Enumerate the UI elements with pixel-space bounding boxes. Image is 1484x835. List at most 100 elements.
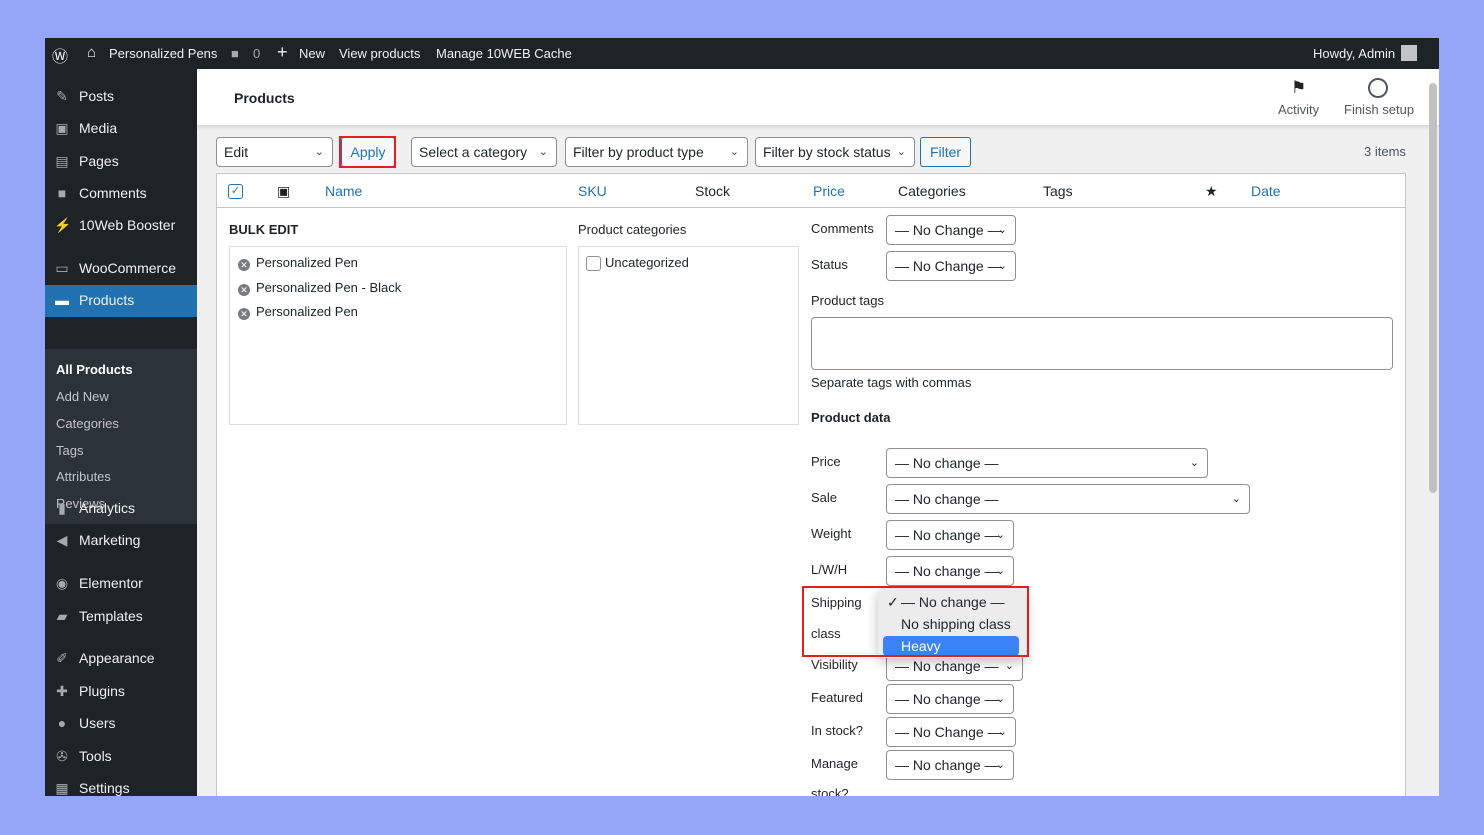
category-filter-select[interactable]: Select a category ⌄ [411, 137, 557, 167]
weight-select[interactable]: — No change — ⌄ [886, 520, 1014, 550]
lwh-select[interactable]: — No change — ⌄ [886, 556, 1014, 586]
in-stock-select[interactable]: — No Change — ⌄ [886, 717, 1016, 747]
price-label: Price [811, 454, 841, 469]
woo-icon: ▭ [55, 260, 69, 276]
sidebar-item-posts[interactable]: ✎ Posts [45, 81, 197, 111]
new-link[interactable]: New [299, 46, 325, 61]
browser-window: Ⓦ ⌂ Personalized Pens ■ 0 + New View pro… [45, 38, 1439, 796]
page-scrollbar[interactable] [1429, 83, 1437, 493]
sidebar-item-users[interactable]: ● Users [45, 708, 197, 738]
avatar[interactable] [1401, 45, 1417, 61]
page-header: Products ⚑ Activity Finish setup [197, 69, 1439, 125]
chevron-down-icon: ⌄ [538, 146, 548, 158]
bulk-action-select[interactable]: Edit ⌄ [216, 137, 333, 167]
uncategorized-checkbox[interactable] [586, 256, 601, 271]
megaphone-icon: ◀ [56, 532, 68, 548]
chevron-down-icon: ⌄ [729, 146, 739, 158]
analytics-icon: ▮ [58, 500, 66, 516]
items-count: 3 items [1364, 144, 1406, 159]
sidebar-item-settings[interactable]: ▦ Settings [45, 773, 197, 796]
featured-select[interactable]: — No change — ⌄ [886, 684, 1014, 714]
list-item[interactable]: ✕ Personalized Pen [238, 304, 358, 320]
sidebar-item-tools[interactable]: ✇ Tools [45, 741, 197, 771]
column-price[interactable]: Price [813, 183, 845, 199]
remove-icon: ✕ [238, 259, 250, 271]
home-icon: ⌂ [87, 44, 97, 61]
product-data-title: Product data [811, 410, 891, 425]
submenu-attributes[interactable]: Attributes [56, 469, 111, 484]
sale-select[interactable]: — No change — ⌄ [886, 484, 1250, 514]
select-all-checkbox[interactable]: ✓ [228, 184, 243, 199]
folder-icon: ▰ [56, 608, 68, 624]
remove-icon: ✕ [238, 284, 250, 296]
submenu-all-products[interactable]: All Products [56, 362, 133, 377]
column-name[interactable]: Name [325, 183, 362, 199]
image-column-icon: ▣ [277, 183, 291, 199]
featured-label: Featured [811, 690, 864, 705]
highlight-box [802, 586, 1029, 657]
pin-icon: ✎ [56, 88, 68, 104]
price-select[interactable]: — No change — ⌄ [886, 448, 1208, 478]
view-products-link[interactable]: View products [339, 46, 420, 61]
wordpress-logo-icon[interactable]: Ⓦ [52, 43, 68, 67]
featured-star-icon[interactable]: ★ [1205, 183, 1218, 200]
sidebar-item-media[interactable]: ▣ Media [45, 113, 197, 143]
sidebar-item-10web-booster[interactable]: ⚡ 10Web Booster [45, 210, 197, 240]
cache-link[interactable]: Manage 10WEB Cache [436, 46, 572, 61]
booster-icon: ⚡ [54, 217, 72, 233]
product-type-filter-select[interactable]: Filter by product type ⌄ [565, 137, 748, 167]
howdy-link[interactable]: Howdy, Admin [1313, 46, 1395, 61]
list-item[interactable]: ✕ Personalized Pen [238, 255, 358, 271]
progress-circle-icon [1368, 78, 1388, 98]
sidebar-item-templates[interactable]: ▰ Templates [45, 601, 197, 631]
chevron-down-icon: ⌄ [314, 146, 324, 158]
page-title: Products [234, 90, 295, 106]
column-categories: Categories [898, 183, 966, 199]
sidebar: ✎ Posts ▣ Media ▤ Pages ■ Comments ⚡ 10Web Bo… [45, 69, 197, 796]
tags-hint: Separate tags with commas [811, 375, 972, 390]
status-select[interactable]: — No Change — ⌄ [886, 251, 1016, 281]
plus-icon: + [277, 42, 288, 62]
sidebar-item-elementor[interactable]: ◉ Elementor [45, 568, 197, 598]
elementor-icon: ◉ [55, 575, 69, 591]
list-item[interactable]: ✕ Personalized Pen - Black [238, 280, 401, 296]
sidebar-item-pages[interactable]: ▤ Pages [45, 146, 197, 176]
comments-count[interactable]: 0 [253, 46, 260, 61]
activity-button[interactable]: Activity [1278, 102, 1319, 117]
sidebar-item-analytics[interactable]: ▮ Analytics [45, 493, 197, 523]
comments-label: Comments [811, 221, 874, 236]
finish-setup-button[interactable]: Finish setup [1344, 102, 1414, 117]
weight-label: Weight [811, 526, 852, 541]
selected-products-list: ✕ Personalized Pen ✕ Personalized Pen - Bl… [229, 246, 567, 425]
status-label: Status [811, 257, 848, 272]
sidebar-item-comments[interactable]: ■ Comments [45, 178, 197, 208]
site-name-link[interactable]: Personalized Pens [109, 46, 217, 61]
comments-select[interactable]: — No Change — ⌄ [886, 215, 1016, 245]
lwh-label: L/W/H [811, 562, 848, 577]
submenu-tags[interactable]: Tags [56, 443, 83, 458]
column-tags: Tags [1043, 183, 1073, 199]
submenu-add-new[interactable]: Add New [56, 389, 109, 404]
filter-button[interactable]: Filter [920, 137, 971, 167]
sale-label: Sale [811, 490, 838, 505]
categories-box: Uncategorized [578, 246, 799, 425]
submenu-categories[interactable]: Categories [56, 416, 119, 431]
in-stock-label: In stock? [811, 723, 864, 738]
manage-stock-select[interactable]: — No change — ⌄ [886, 750, 1014, 780]
sidebar-item-marketing[interactable]: ◀ Marketing [45, 525, 197, 555]
sidebar-item-plugins[interactable]: ✚ Plugins [45, 676, 197, 706]
comment-icon[interactable]: ■ [231, 46, 239, 61]
product-tags-textarea[interactable] [811, 317, 1393, 370]
column-date[interactable]: Date [1251, 183, 1281, 199]
sidebar-item-appearance[interactable]: ✐ Appearance [45, 643, 197, 673]
media-icon: ▣ [55, 120, 69, 136]
column-sku[interactable]: SKU [578, 183, 607, 199]
sidebar-item-woocommerce[interactable]: ▭ WooCommerce [45, 253, 197, 283]
wrench-icon: ✇ [56, 748, 68, 764]
plugin-icon: ✚ [56, 683, 68, 699]
stock-status-filter-select[interactable]: Filter by stock status ⌄ [755, 137, 915, 167]
manage-stock-label-2: stock? [811, 786, 849, 796]
flag-icon[interactable]: ⚑ [1291, 78, 1306, 98]
sidebar-item-products[interactable]: ▬ Products [45, 285, 197, 317]
product-tags-label: Product tags [811, 293, 884, 308]
